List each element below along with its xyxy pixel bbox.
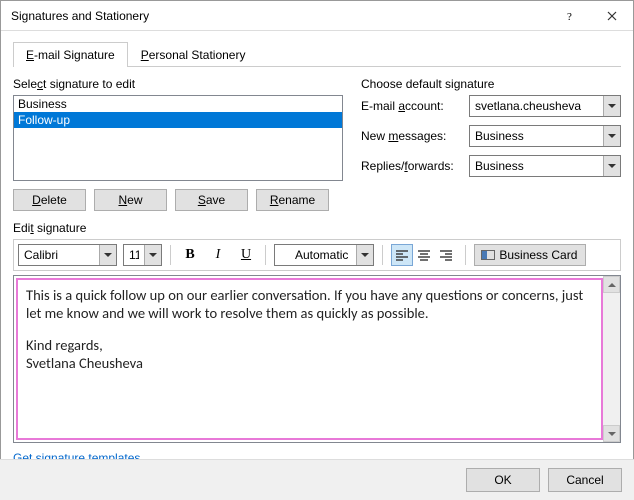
underline-button[interactable]: U — [235, 244, 257, 266]
close-button[interactable] — [591, 1, 633, 30]
editor-text: This is a quick follow up on our earlier… — [26, 286, 593, 322]
delete-button[interactable]: Delete — [13, 189, 86, 211]
email-account-combo[interactable]: svetlana.cheusheva — [469, 95, 621, 117]
replies-forwards-combo[interactable]: Business — [469, 155, 621, 177]
tab-strip: E-mail Signature Personal Stationery — [13, 41, 621, 67]
dialog-footer: OK Cancel — [0, 459, 634, 500]
ok-button[interactable]: OK — [466, 468, 540, 492]
new-messages-label: New messages: — [361, 129, 463, 143]
bold-button[interactable]: B — [179, 244, 201, 266]
help-button[interactable]: ? — [549, 1, 591, 30]
email-account-label: E-mail account: — [361, 99, 463, 113]
chevron-down-icon[interactable] — [603, 156, 620, 176]
font-family-combo[interactable] — [18, 244, 117, 266]
editor-text: Svetlana Cheusheva — [26, 354, 593, 372]
chevron-down-icon[interactable] — [356, 245, 373, 265]
svg-text:?: ? — [567, 11, 572, 21]
edit-signature-label: Edit signature — [13, 221, 621, 235]
scroll-up-icon[interactable] — [603, 276, 620, 293]
business-card-icon — [481, 250, 495, 260]
tab-personal-stationery[interactable]: Personal Stationery — [128, 42, 259, 67]
italic-button[interactable]: I — [207, 244, 229, 266]
chevron-down-icon[interactable] — [603, 96, 620, 116]
list-item[interactable]: Follow-up — [14, 112, 342, 128]
tab-email-signature[interactable]: E-mail Signature — [13, 42, 128, 67]
rename-button[interactable]: Rename — [256, 189, 329, 211]
chevron-down-icon[interactable] — [99, 245, 116, 265]
select-signature-label: Select signature to edit — [13, 77, 343, 91]
editor-text: Kind regards, — [26, 336, 593, 354]
formatting-toolbar: B I U Automatic Business Card — [13, 239, 621, 271]
save-button[interactable]: Save — [175, 189, 248, 211]
align-right-button[interactable] — [435, 244, 457, 266]
business-card-button[interactable]: Business Card — [474, 244, 586, 266]
replies-forwards-label: Replies/forwards: — [361, 159, 463, 173]
window-title: Signatures and Stationery — [11, 9, 549, 23]
signature-editor[interactable]: This is a quick follow up on our earlier… — [16, 278, 603, 440]
cancel-button[interactable]: Cancel — [548, 468, 622, 492]
font-size-combo[interactable] — [123, 244, 162, 266]
new-messages-combo[interactable]: Business — [469, 125, 621, 147]
align-center-button[interactable] — [413, 244, 435, 266]
chevron-down-icon[interactable] — [144, 245, 161, 265]
list-item[interactable]: Business — [14, 96, 342, 112]
font-color-combo[interactable]: Automatic — [274, 244, 374, 266]
signature-listbox[interactable]: Business Follow-up — [13, 95, 343, 181]
new-button[interactable]: New — [94, 189, 167, 211]
chevron-down-icon[interactable] — [603, 126, 620, 146]
titlebar: Signatures and Stationery ? — [1, 1, 633, 31]
scroll-down-icon[interactable] — [603, 425, 620, 442]
default-signature-label: Choose default signature — [361, 77, 621, 91]
signature-editor-wrap: This is a quick follow up on our earlier… — [13, 275, 621, 443]
scrollbar[interactable] — [603, 276, 620, 442]
align-left-button[interactable] — [391, 244, 413, 266]
